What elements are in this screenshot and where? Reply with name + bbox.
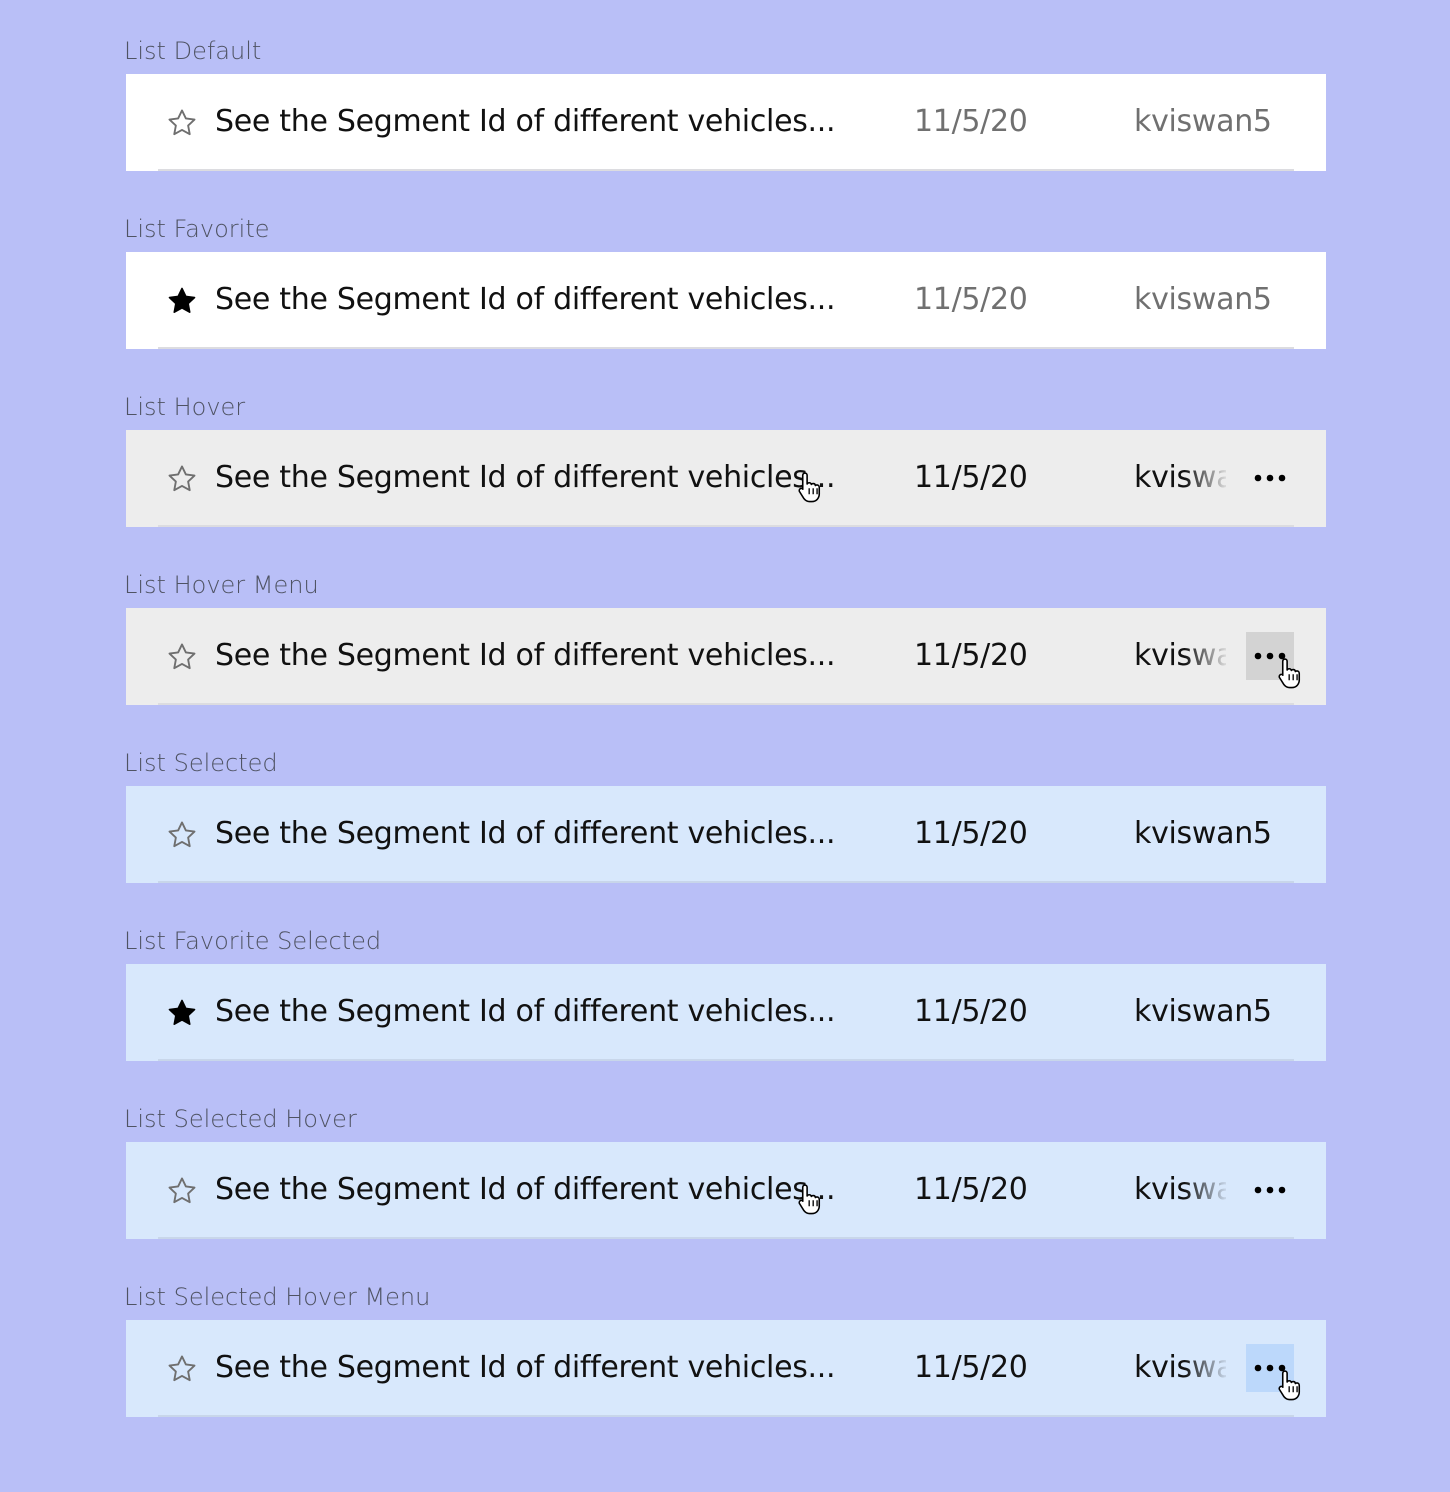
star-outline-icon[interactable] [166, 641, 198, 673]
star-outline-icon[interactable] [166, 1353, 198, 1385]
row-divider [158, 881, 1294, 883]
star-outline-icon[interactable] [166, 107, 198, 139]
state-label: List Favorite [124, 215, 270, 243]
row-owner: kviswan5 [1134, 104, 1272, 139]
row-owner: kviswan5 [1134, 816, 1272, 851]
row-title: See the Segment Id of different vehicles… [215, 1172, 836, 1207]
hand-pointer-cursor-icon [798, 1184, 821, 1215]
list-row[interactable]: See the Segment Id of different vehicles… [126, 964, 1326, 1061]
row-date: 11/5/20 [914, 282, 1028, 317]
row-date: 11/5/20 [914, 1350, 1028, 1385]
list-row[interactable]: See the Segment Id of different vehicles… [126, 1142, 1326, 1239]
star-filled-icon[interactable] [166, 997, 198, 1029]
hand-pointer-cursor-icon [1278, 1370, 1301, 1401]
row-divider [158, 703, 1294, 705]
row-divider [158, 1415, 1294, 1417]
row-date: 11/5/20 [914, 460, 1028, 495]
state-label: List Hover Menu [124, 571, 319, 599]
state-label: List Default [124, 37, 262, 65]
row-owner: kviswan5 [1134, 1172, 1226, 1207]
row-divider [158, 1059, 1294, 1061]
star-outline-icon[interactable] [166, 463, 198, 495]
row-title: See the Segment Id of different vehicles… [215, 994, 836, 1029]
row-divider [158, 1237, 1294, 1239]
row-owner: kviswan5 [1134, 638, 1226, 673]
row-divider [158, 347, 1294, 349]
row-title: See the Segment Id of different vehicles… [215, 1350, 836, 1385]
list-row[interactable]: See the Segment Id of different vehicles… [126, 1320, 1326, 1417]
list-row[interactable]: See the Segment Id of different vehicles… [126, 252, 1326, 349]
list-row[interactable]: See the Segment Id of different vehicles… [126, 74, 1326, 171]
more-menu-button[interactable] [1246, 1166, 1294, 1214]
star-filled-icon[interactable] [166, 285, 198, 317]
row-owner: kviswan5 [1134, 460, 1226, 495]
row-owner: kviswan5 [1134, 994, 1272, 1029]
hand-pointer-cursor-icon [1278, 658, 1301, 689]
more-horizontal-icon [1254, 474, 1286, 482]
more-horizontal-icon [1254, 1186, 1286, 1194]
list-row[interactable]: See the Segment Id of different vehicles… [126, 430, 1326, 527]
row-date: 11/5/20 [914, 994, 1028, 1029]
list-row[interactable]: See the Segment Id of different vehicles… [126, 608, 1326, 705]
row-owner: kviswan5 [1134, 1350, 1226, 1385]
row-title: See the Segment Id of different vehicles… [215, 282, 836, 317]
hand-pointer-cursor-icon [798, 472, 821, 503]
row-date: 11/5/20 [914, 104, 1028, 139]
state-label: List Selected Hover Menu [124, 1283, 431, 1311]
state-label: List Selected [124, 749, 278, 777]
state-label: List Favorite Selected [124, 927, 382, 955]
row-date: 11/5/20 [914, 638, 1028, 673]
more-menu-button[interactable] [1246, 454, 1294, 502]
row-title: See the Segment Id of different vehicles… [215, 104, 836, 139]
row-date: 11/5/20 [914, 1172, 1028, 1207]
state-label: List Selected Hover [124, 1105, 357, 1133]
row-title: See the Segment Id of different vehicles… [215, 460, 836, 495]
list-row[interactable]: See the Segment Id of different vehicles… [126, 786, 1326, 883]
row-title: See the Segment Id of different vehicles… [215, 816, 836, 851]
state-label: List Hover [124, 393, 246, 421]
row-owner: kviswan5 [1134, 282, 1272, 317]
row-title: See the Segment Id of different vehicles… [215, 638, 836, 673]
star-outline-icon[interactable] [166, 1175, 198, 1207]
row-divider [158, 169, 1294, 171]
row-date: 11/5/20 [914, 816, 1028, 851]
row-divider [158, 525, 1294, 527]
star-outline-icon[interactable] [166, 819, 198, 851]
